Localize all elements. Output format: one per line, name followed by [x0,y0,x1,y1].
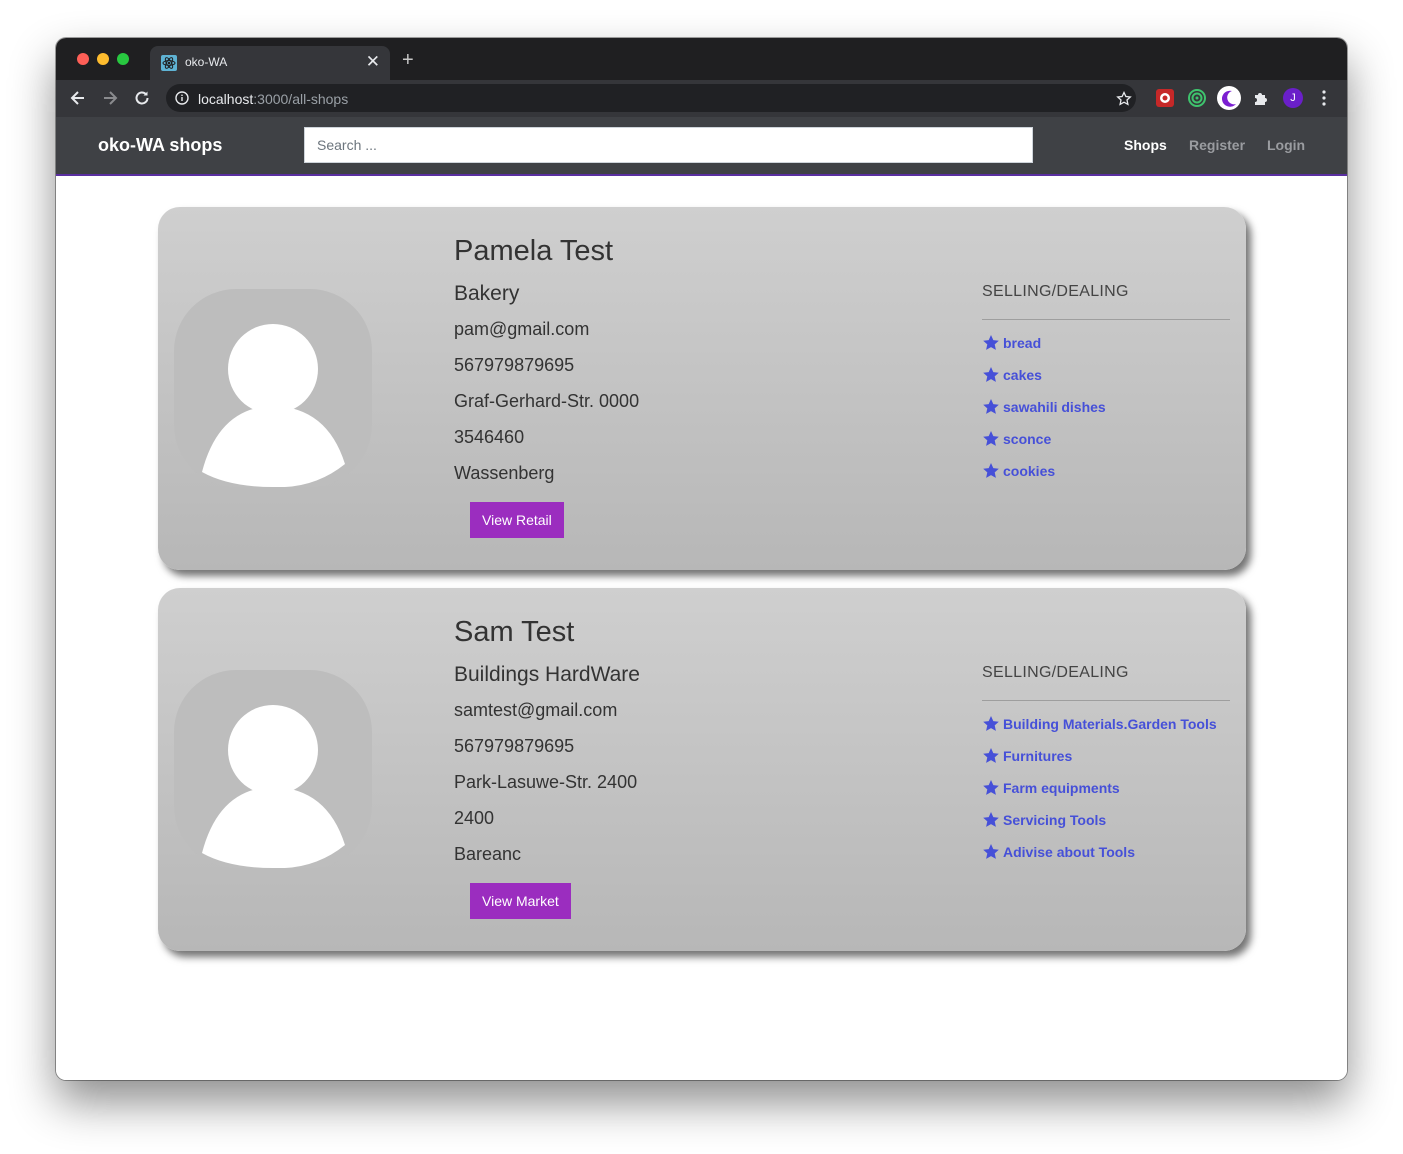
shops-list: Pamela Test Bakery pam@gmail.com 5679798… [56,178,1347,1080]
item-label[interactable]: sconce [1003,430,1051,448]
list-item[interactable]: Farm equipments [982,779,1217,811]
shop-street: Graf-Gerhard-Str. 0000 [454,391,640,411]
divider [982,700,1230,701]
list-item[interactable]: bread [982,334,1106,366]
forward-arrow-icon[interactable] [100,88,120,108]
shop-email: pam@gmail.com [454,319,590,339]
shop-details: Buildings HardWare samtest@gmail.com 567… [454,663,640,876]
star-icon [983,431,999,446]
brand-logo[interactable]: oko-WA shops [98,135,222,156]
tab-title: oko-WA [185,55,228,69]
shop-street: Park-Lasuwe-Str. 2400 [454,772,638,792]
item-label[interactable]: bread [1003,334,1041,352]
shop-details: Bakery pam@gmail.com 567979879695 Graf-G… [454,282,639,495]
list-item[interactable]: sawahili dishes [982,398,1106,430]
item-label[interactable]: Building Materials.Garden Tools [1003,715,1217,733]
maximize-window-button[interactable] [117,53,129,65]
address-bar[interactable]: localhost:3000/all-shops [166,84,1136,112]
kebab-menu-icon[interactable] [1321,88,1327,108]
profile-avatar[interactable]: J [1283,88,1303,108]
divider [982,319,1230,320]
item-label[interactable]: Adivise about Tools [1003,843,1135,861]
view-retail-button[interactable]: View Retail [470,502,564,538]
item-label[interactable]: Servicing Tools [1003,811,1106,829]
list-item[interactable]: Servicing Tools [982,811,1217,843]
bookmark-star-icon[interactable] [1116,91,1132,107]
minimize-window-button[interactable] [97,53,109,65]
item-label[interactable]: cookies [1003,462,1055,480]
extension-red-icon[interactable] [1155,88,1175,108]
list-item[interactable]: cakes [982,366,1106,398]
star-icon [983,812,999,827]
shop-category: Bakery [454,282,520,305]
list-item[interactable]: Building Materials.Garden Tools [982,715,1217,747]
star-icon [983,367,999,382]
app-navbar: oko-WA shops Shops Register Login [56,117,1347,176]
browser-window: oko-WA ✕ + localhost:3000/all-shops J ok… [56,38,1347,1080]
view-market-button[interactable]: View Market [470,883,571,919]
shop-phone: 567979879695 [454,736,575,756]
star-icon [983,780,999,795]
avatar-placeholder-icon [174,670,372,868]
url-text: localhost:3000/all-shops [198,91,348,107]
list-item[interactable]: cookies [982,462,1106,494]
info-icon[interactable] [175,91,189,105]
list-item[interactable]: Furnitures [982,747,1217,779]
shop-card: Sam Test Buildings HardWare samtest@gmai… [158,588,1246,951]
shop-category: Buildings HardWare [454,663,640,686]
selling-dealing-heading: SELLING/DEALING [982,664,1129,681]
url-path: :3000/all-shops [253,91,349,107]
browser-tab[interactable]: oko-WA ✕ [150,46,390,80]
star-icon [983,335,999,350]
item-label[interactable]: Farm equipments [1003,779,1120,797]
close-tab-icon[interactable]: ✕ [366,52,380,72]
browser-toolbar: localhost:3000/all-shops J [56,80,1347,117]
url-host: localhost [198,91,254,107]
search-input[interactable] [304,127,1033,163]
selling-items-list: Building Materials.Garden Tools Furnitur… [982,715,1217,875]
list-item[interactable]: Adivise about Tools [982,843,1217,875]
extension-moon-icon[interactable] [1216,85,1242,111]
shop-name: Pamela Test [454,235,614,267]
shop-phone: 567979879695 [454,355,575,375]
nav-link-login[interactable]: Login [1267,137,1305,153]
star-icon [983,463,999,478]
selling-dealing-heading: SELLING/DEALING [982,283,1129,300]
new-tab-button[interactable]: + [402,50,414,70]
selling-items-list: bread cakes sawahili dishes sconce cooki… [982,334,1106,494]
tab-strip: oko-WA ✕ + [56,38,1347,80]
extensions-puzzle-icon[interactable] [1251,88,1271,108]
item-label[interactable]: sawahili dishes [1003,398,1106,416]
item-label[interactable]: Furnitures [1003,747,1072,765]
extension-target-icon[interactable] [1187,88,1207,108]
shop-email: samtest@gmail.com [454,700,618,720]
shop-city: Bareanc [454,844,522,864]
star-icon [983,844,999,859]
nav-link-register[interactable]: Register [1189,137,1245,153]
shop-postcode: 3546460 [454,427,525,447]
avatar-placeholder-icon [174,289,372,487]
back-arrow-icon[interactable] [68,88,88,108]
shop-city: Wassenberg [454,463,555,483]
star-icon [983,716,999,731]
shop-name: Sam Test [454,616,575,648]
close-window-button[interactable] [77,53,89,65]
star-icon [983,399,999,414]
item-label[interactable]: cakes [1003,366,1042,384]
react-icon [161,55,177,71]
list-item[interactable]: sconce [982,430,1106,462]
star-icon [983,748,999,763]
reload-icon[interactable] [132,88,152,108]
shop-postcode: 2400 [454,808,495,828]
shop-card: Pamela Test Bakery pam@gmail.com 5679798… [158,207,1246,570]
nav-link-shops[interactable]: Shops [1124,137,1167,153]
